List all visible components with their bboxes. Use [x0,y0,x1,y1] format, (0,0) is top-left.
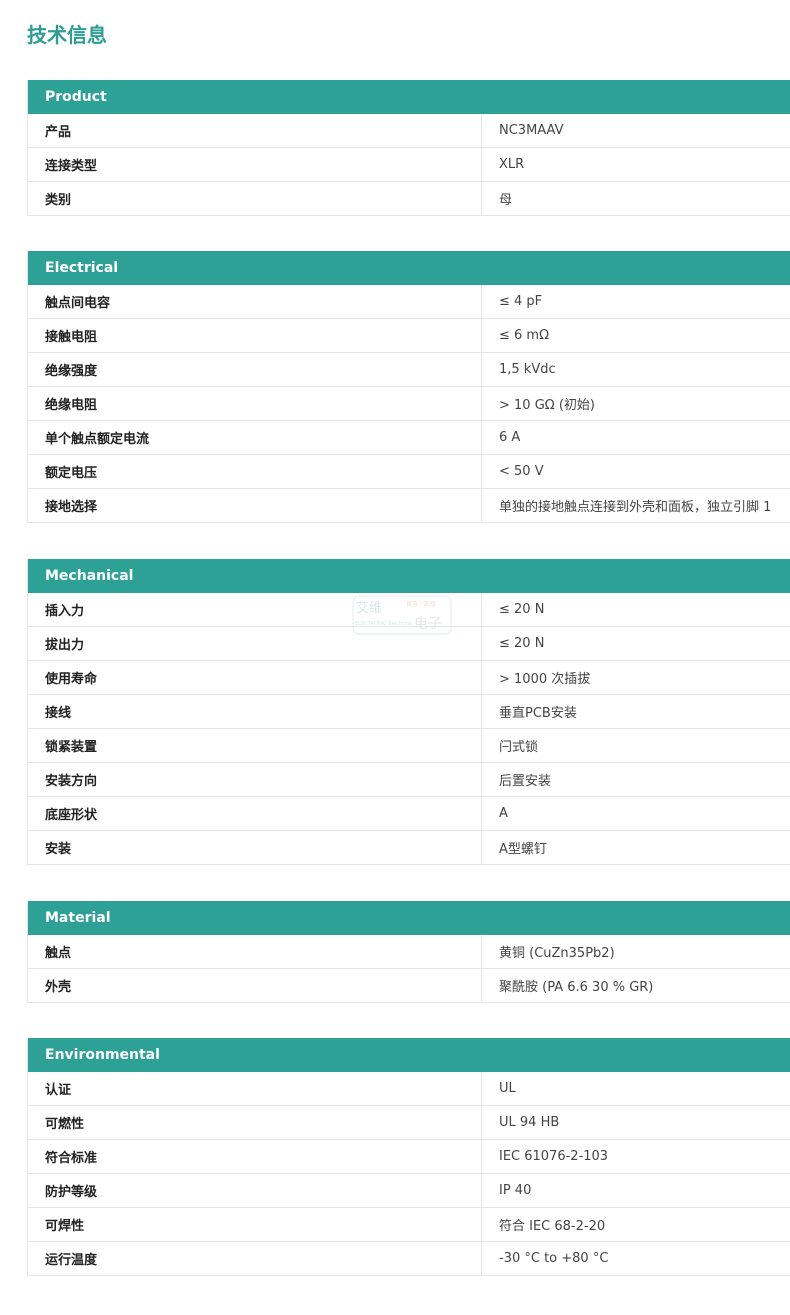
table-row: 接触电阻 ≤ 6 mΩ [28,319,790,353]
row-label: 使用寿命 [45,672,98,687]
table-row: 接地选择 单独的接地触点连接到外壳和面板，独立引脚 1 [28,489,790,523]
table-row: 底座形状 A [28,797,790,831]
row-label: 接地选择 [45,500,98,515]
row-value: A [481,797,790,830]
table-row: 锁紧装置 闩式锁 [28,729,790,763]
row-value: 6 A [481,421,790,454]
row-value: XLR [481,148,790,181]
table-row: 额定电压 < 50 V [28,455,790,489]
row-value: 符合 IEC 68-2-20 [481,1208,790,1241]
row-value: UL [481,1072,790,1105]
row-value: 后置安装 [481,763,790,796]
section-header: Product [28,80,790,114]
table-row: 安装 A型螺钉 [28,831,790,865]
section-header: Environmental [28,1038,790,1072]
row-value: 垂直PCB安装 [481,695,790,728]
row-value: 母 [481,182,790,215]
table-row: 符合标准 IEC 61076-2-103 [28,1140,790,1174]
row-value: ≤ 20 N [481,593,790,626]
row-value: 闩式锁 [481,729,790,762]
table-row: 安装方向 后置安装 [28,763,790,797]
table-row: 接线 垂直PCB安装 [28,695,790,729]
section-material: Material 触点 黄铜 (CuZn35Pb2) 外壳 聚酰胺 (PA 6.6 … [27,901,790,1003]
row-label: 认证 [45,1083,72,1098]
table-row: 防护等级 IP 40 [28,1174,790,1208]
row-value: ≤ 20 N [481,627,790,660]
table-row: 使用寿命 > 1000 次插拔 [28,661,790,695]
row-label: 绝缘电阻 [45,398,98,413]
row-label: 运行温度 [45,1253,98,1268]
section-header: Mechanical [28,559,790,593]
row-label: 安装方向 [45,774,98,789]
row-value: 黄铜 (CuZn35Pb2) [481,935,790,968]
table-row: 类别 母 [28,182,790,216]
row-label: 防护等级 [45,1185,98,1200]
row-value: 单独的接地触点连接到外壳和面板，独立引脚 1 [481,489,790,522]
row-label: 拔出力 [45,638,85,653]
section-product: Product 产品 NC3MAAV 连接类型 XLR 类别 母 [27,80,790,216]
row-value: 聚酰胺 (PA 6.6 30 % GR) [481,969,790,1002]
row-label: 可燃性 [45,1117,85,1132]
table-row: 绝缘电阻 > 10 GΩ (初始) [28,387,790,421]
table-row: 连接类型 XLR [28,148,790,182]
section-mechanical: Mechanical 插入力 ≤ 20 N 拔出力 ≤ 20 N 使用寿命 > 100… [27,559,790,865]
section-header: Electrical [28,251,790,285]
row-value: -30 °C to +80 °C [481,1242,790,1275]
table-row: 运行温度 -30 °C to +80 °C [28,1242,790,1276]
row-value: UL 94 HB [481,1106,790,1139]
row-label: 产品 [45,125,72,140]
row-label: 触点间电容 [45,296,111,311]
table-row: 外壳 聚酰胺 (PA 6.6 30 % GR) [28,969,790,1003]
table-row: 可燃性 UL 94 HB [28,1106,790,1140]
row-label: 触点 [45,946,72,961]
row-value: ≤ 6 mΩ [481,319,790,352]
row-value: > 1000 次插拔 [481,661,790,694]
section-environmental: Environmental 认证 UL 可燃性 UL 94 HB 符合标准 IEC 6… [27,1038,790,1276]
table-row: 插入力 ≤ 20 N [28,593,790,627]
row-label: 底座形状 [45,808,98,823]
page-title: 技术信息 [27,23,107,47]
row-label: 可焊性 [45,1219,85,1234]
table-row: 可焊性 符合 IEC 68-2-20 [28,1208,790,1242]
row-label: 接触电阻 [45,330,98,345]
table-row: 绝缘强度 1,5 kVdc [28,353,790,387]
row-label: 单个触点额定电流 [45,432,150,447]
table-row: 认证 UL [28,1072,790,1106]
row-label: 安装 [45,842,72,857]
table-row: 触点 黄铜 (CuZn35Pb2) [28,935,790,969]
table-row: 触点间电容 ≤ 4 pF [28,285,790,319]
table-row: 产品 NC3MAAV [28,114,790,148]
row-value: IEC 61076-2-103 [481,1140,790,1173]
row-label: 外壳 [45,980,72,995]
row-label: 锁紧装置 [45,740,98,755]
row-value: A型螺钉 [481,831,790,864]
row-value: NC3MAAV [481,114,790,147]
table-row: 单个触点额定电流 6 A [28,421,790,455]
row-label: 额定电压 [45,466,98,481]
row-label: 插入力 [45,604,85,619]
row-value: 1,5 kVdc [481,353,790,386]
row-label: 类别 [45,193,72,208]
row-value: ≤ 4 pF [481,285,790,318]
table-row: 拔出力 ≤ 20 N [28,627,790,661]
row-value: IP 40 [481,1174,790,1207]
section-electrical: Electrical 触点间电容 ≤ 4 pF 接触电阻 ≤ 6 mΩ 绝缘强度 1,… [27,251,790,523]
row-label: 接线 [45,706,72,721]
row-value: > 10 GΩ (初始) [481,387,790,420]
row-label: 绝缘强度 [45,364,98,379]
section-header: Material [28,901,790,935]
row-value: < 50 V [481,455,790,488]
row-label: 符合标准 [45,1151,98,1166]
row-label: 连接类型 [45,159,98,174]
